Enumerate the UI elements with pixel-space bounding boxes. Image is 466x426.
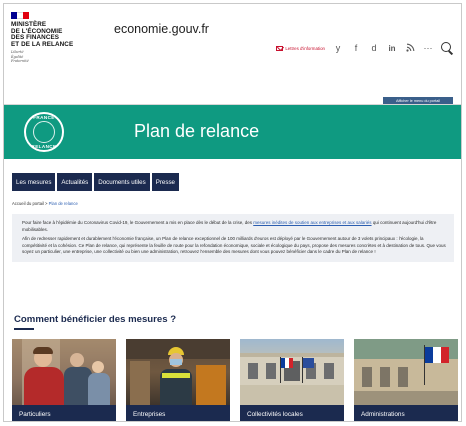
search-icon[interactable] <box>441 42 453 54</box>
header-tools: Lettres d'information y f d in ··· <box>276 42 453 54</box>
ministry-line: ET DE LA RELANCE <box>11 40 74 48</box>
intro-text: Pour faire face à l'épidémie du Coronavi… <box>22 220 254 225</box>
administrations-photo <box>354 339 458 405</box>
breadcrumb: Accueil du portail > Plan de relance <box>12 201 78 206</box>
republic-motto: Liberté Égalité Fraternité <box>11 50 106 63</box>
ministry-name: MINISTÈRE DE L'ÉCONOMIE DES FINANCES ET … <box>11 21 106 48</box>
site-header: MINISTÈRE DE L'ÉCONOMIE DES FINANCES ET … <box>4 4 461 96</box>
page-frame: MINISTÈRE DE L'ÉCONOMIE DES FINANCES ET … <box>3 3 462 422</box>
nav-item-presse[interactable]: Presse <box>151 173 179 191</box>
french-flag-icon <box>11 12 29 19</box>
nav-item-documents[interactable]: Documents utiles <box>94 173 150 191</box>
card-entreprises[interactable]: Entreprises <box>126 339 230 421</box>
linkedin-icon[interactable]: in <box>387 44 397 53</box>
card-collectivites[interactable]: Collectivités locales <box>240 339 344 421</box>
site-name-link[interactable]: economie.gouv.fr <box>114 22 209 36</box>
audience-cards: Particuliers Entreprises Collectivités l… <box>12 339 458 421</box>
card-label: Administrations <box>354 405 458 421</box>
particuliers-photo <box>12 339 116 405</box>
breadcrumb-current: Plan de relance <box>48 201 78 206</box>
badge-inner-ring <box>33 121 55 143</box>
collectivites-photo <box>240 339 344 405</box>
facebook-icon[interactable]: f <box>351 43 361 53</box>
motto-line: Fraternité <box>11 58 29 63</box>
more-icon[interactable]: ··· <box>423 43 433 53</box>
page-title: Plan de relance <box>134 121 260 141</box>
card-label: Collectivités locales <box>240 405 344 421</box>
card-administrations[interactable]: Administrations <box>354 339 458 421</box>
badge-text-bottom: RELANCE <box>31 144 57 149</box>
support-measures-link[interactable]: mesures inédites de soutien aux entrepri… <box>253 220 371 225</box>
breadcrumb-home[interactable]: Accueil du portail <box>12 201 44 206</box>
section-nav: Les mesures Actualités Documents utiles … <box>12 173 179 191</box>
card-label: Particuliers <box>12 405 116 421</box>
nav-item-mesures[interactable]: Les mesures <box>12 173 56 191</box>
entreprises-photo <box>126 339 230 405</box>
france-relance-badge-icon: FRANCE RELANCE <box>24 112 64 152</box>
intro-box: Pour faire face à l'épidémie du Coronavi… <box>12 214 454 262</box>
hero-banner: FRANCE RELANCE Plan de relance <box>4 105 461 159</box>
card-label: Entreprises <box>126 405 230 421</box>
heading-underline <box>14 328 34 330</box>
portal-menu-button[interactable]: Afficher le menu du portail <box>383 97 453 104</box>
ministry-logo[interactable]: MINISTÈRE DE L'ÉCONOMIE DES FINANCES ET … <box>11 12 106 63</box>
intro-paragraph-1: Pour faire face à l'épidémie du Coronavi… <box>22 220 447 233</box>
intro-paragraph-2: Afin de redresser rapidement et durablem… <box>22 236 446 255</box>
newsletter-link[interactable]: Lettres d'information <box>276 45 325 51</box>
twitter-icon[interactable]: y <box>333 43 343 53</box>
badge-text-top: FRANCE <box>33 115 55 120</box>
envelope-icon <box>276 45 284 51</box>
card-particuliers[interactable]: Particuliers <box>12 339 116 421</box>
rss-glyph <box>405 43 414 52</box>
dailymotion-icon[interactable]: d <box>369 43 379 53</box>
section-heading: Comment bénéficier des mesures ? <box>14 314 177 325</box>
newsletter-label: Lettres d'information <box>285 45 325 51</box>
rss-icon[interactable] <box>405 43 415 54</box>
nav-item-actualites[interactable]: Actualités <box>57 173 93 191</box>
